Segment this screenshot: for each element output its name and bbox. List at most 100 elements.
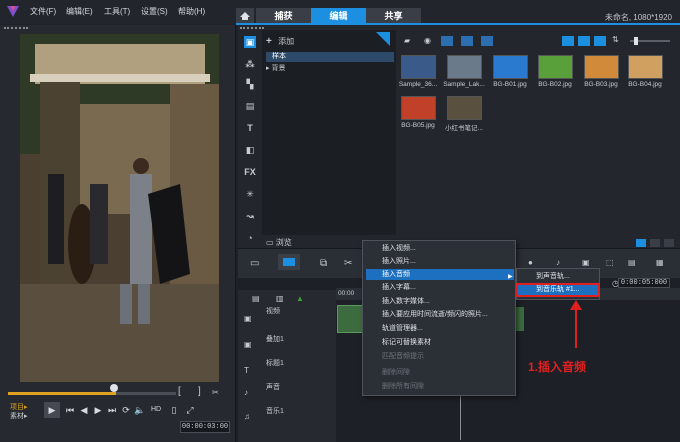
submenu-to-voice-track[interactable]: 到声音轨... bbox=[518, 271, 598, 282]
particle-icon[interactable]: ✳ bbox=[244, 188, 256, 200]
menu-help[interactable]: 帮助(H) bbox=[178, 6, 205, 17]
mark-in-icon[interactable]: [ bbox=[178, 386, 181, 397]
media-thumbnail[interactable]: BG-B05.jpg bbox=[396, 96, 440, 129]
preview-timecode[interactable]: 00:00:03:00 bbox=[180, 421, 230, 433]
folder-item-background[interactable]: ▸ 背景 bbox=[266, 64, 285, 74]
repeat-icon[interactable]: ⟳ bbox=[120, 404, 132, 416]
text-icon[interactable]: T bbox=[244, 122, 256, 134]
title-track-icon: T bbox=[244, 366, 249, 375]
filter-photo-button[interactable] bbox=[461, 36, 473, 46]
menu-edit[interactable]: 编辑(E) bbox=[66, 6, 93, 17]
device-icon[interactable]: ▯ bbox=[168, 404, 180, 416]
storyboard-view-icon[interactable]: ▭ bbox=[250, 258, 259, 269]
disc-icon[interactable]: ◉ bbox=[424, 36, 431, 45]
tab-share[interactable]: 共享 bbox=[366, 8, 421, 24]
context-menu-item[interactable]: 插入要应用时间流逝/频闪的照片... bbox=[366, 309, 514, 320]
menu-file[interactable]: 文件(F) bbox=[30, 6, 56, 17]
path-icon[interactable]: ↝ bbox=[244, 210, 256, 222]
subtitle-icon[interactable]: ▤ bbox=[628, 258, 636, 267]
multicam-icon[interactable]: ▦ bbox=[656, 258, 664, 267]
filter-video-button[interactable] bbox=[441, 36, 453, 46]
mark-out-icon[interactable]: ] bbox=[198, 386, 201, 397]
track-video[interactable]: 视频 bbox=[240, 306, 334, 316]
thumbnail-label: Sample_36... bbox=[398, 81, 438, 88]
library-option-icon[interactable] bbox=[649, 239, 660, 247]
context-menu-item[interactable]: 插入照片... bbox=[366, 256, 514, 267]
thumbnail-label: BG-B05.jpg bbox=[401, 122, 435, 129]
sort-icon[interactable]: ⇅ bbox=[612, 35, 619, 44]
split-icon[interactable]: ✂ bbox=[212, 388, 219, 397]
color-icon[interactable]: ● bbox=[528, 258, 533, 267]
detail-view-button[interactable] bbox=[594, 36, 606, 46]
speed-icon[interactable]: ◔ bbox=[244, 232, 256, 244]
context-menu-item[interactable]: 轨道管理器... bbox=[366, 323, 514, 334]
prev-frame-icon[interactable]: ◀ bbox=[78, 404, 90, 416]
submenu-to-music-track[interactable]: 到音乐轨 #1... bbox=[516, 283, 600, 297]
media-thumbnail[interactable]: BG-B04.jpg bbox=[623, 55, 667, 88]
context-menu-item[interactable]: 插入字幕... bbox=[366, 282, 514, 293]
audio-mixer-icon[interactable]: ♪ bbox=[556, 258, 560, 267]
go-end-icon[interactable]: ⏭ bbox=[106, 404, 118, 416]
motion-icon[interactable]: ⬚ bbox=[606, 258, 614, 267]
track-overlay[interactable]: 叠加1 bbox=[240, 334, 334, 344]
filter-audio-button[interactable] bbox=[481, 36, 493, 46]
context-menu-item[interactable]: 标记可替换素材 bbox=[366, 337, 514, 348]
library-option-icon[interactable] bbox=[635, 239, 646, 247]
list-view-button[interactable] bbox=[562, 36, 574, 46]
track-title[interactable]: 标题1 bbox=[240, 358, 334, 368]
volume-icon[interactable]: 🔈 bbox=[134, 404, 146, 416]
media-thumbnail[interactable]: Sample_Lak... bbox=[442, 55, 486, 88]
go-start-icon[interactable]: ⏮ bbox=[64, 404, 76, 416]
thumb-size-handle[interactable] bbox=[634, 37, 638, 45]
record-icon[interactable]: ▣ bbox=[582, 258, 590, 267]
resize-icon[interactable]: ⤢ bbox=[184, 404, 196, 416]
mode-clip[interactable]: 素材▸ bbox=[10, 411, 28, 421]
timeline-clip[interactable] bbox=[516, 307, 524, 331]
next-frame-icon[interactable]: ▶ bbox=[92, 404, 104, 416]
timeline-view-button[interactable] bbox=[278, 254, 300, 270]
app-logo-icon bbox=[7, 6, 19, 17]
tools-icon[interactable]: ✂ bbox=[344, 258, 352, 269]
chapter-icon[interactable]: ▥ bbox=[276, 294, 284, 303]
home-tab[interactable] bbox=[236, 8, 254, 24]
play-button[interactable]: ▶ bbox=[44, 402, 60, 418]
instant-project-icon[interactable]: ⁂ bbox=[244, 58, 256, 70]
import-folder-icon[interactable]: ▰ bbox=[404, 36, 410, 45]
graphic-icon[interactable]: ◧ bbox=[244, 144, 256, 156]
thumb-view-button[interactable] bbox=[578, 36, 590, 46]
media-thumbnail[interactable]: Sample_36... bbox=[396, 55, 440, 88]
tab-capture[interactable]: 捕获 bbox=[256, 8, 311, 24]
undo-icon[interactable]: ⧉ bbox=[320, 258, 327, 269]
transition-icon[interactable]: ▚ bbox=[244, 78, 256, 90]
panel-grip[interactable] bbox=[4, 27, 28, 29]
menu-tools[interactable]: 工具(T) bbox=[104, 6, 130, 17]
tab-edit[interactable]: 编辑 bbox=[311, 8, 366, 24]
context-menu-item[interactable]: 插入音频 bbox=[366, 269, 514, 280]
add-folder-button[interactable]: + 添加 bbox=[266, 36, 294, 47]
track-manager-icon[interactable]: ▤ bbox=[252, 294, 260, 303]
home-icon bbox=[240, 12, 250, 20]
browse-button[interactable]: ▭ 浏览 bbox=[266, 237, 292, 248]
track-name: 叠加1 bbox=[266, 336, 284, 343]
context-menu-item[interactable]: 插入视频... bbox=[366, 243, 514, 254]
folder-item-sample[interactable]: 样本 bbox=[266, 52, 394, 62]
timeline-timecode[interactable]: 0:00:05:000 bbox=[618, 278, 670, 288]
library-option-icon[interactable] bbox=[664, 239, 674, 247]
media-thumbnail[interactable]: 小红书笔记... bbox=[442, 96, 486, 132]
media-tool-icon[interactable]: ▣ bbox=[244, 36, 256, 48]
media-thumbnail[interactable]: BG-B02.jpg bbox=[533, 55, 577, 88]
context-menu-item[interactable]: 插入数字媒体... bbox=[366, 296, 514, 307]
video-clip[interactable] bbox=[337, 305, 363, 333]
scrub-handle[interactable] bbox=[110, 384, 118, 392]
panel-grip[interactable] bbox=[240, 27, 264, 29]
title-icon[interactable]: ▤ bbox=[244, 100, 256, 112]
fx-icon[interactable]: FX bbox=[244, 166, 256, 178]
track-music[interactable]: 音乐1 bbox=[240, 406, 334, 416]
menu-settings[interactable]: 设置(S) bbox=[141, 6, 168, 17]
hd-toggle[interactable]: HD bbox=[149, 404, 163, 416]
thumbnail-label: BG-B01.jpg bbox=[493, 81, 527, 88]
cue-icon[interactable]: ▲ bbox=[296, 294, 304, 303]
media-thumbnail[interactable]: BG-B01.jpg bbox=[488, 55, 532, 88]
track-voice[interactable]: 声音 bbox=[240, 382, 334, 392]
media-thumbnail[interactable]: BG-B03.jpg bbox=[579, 55, 623, 88]
